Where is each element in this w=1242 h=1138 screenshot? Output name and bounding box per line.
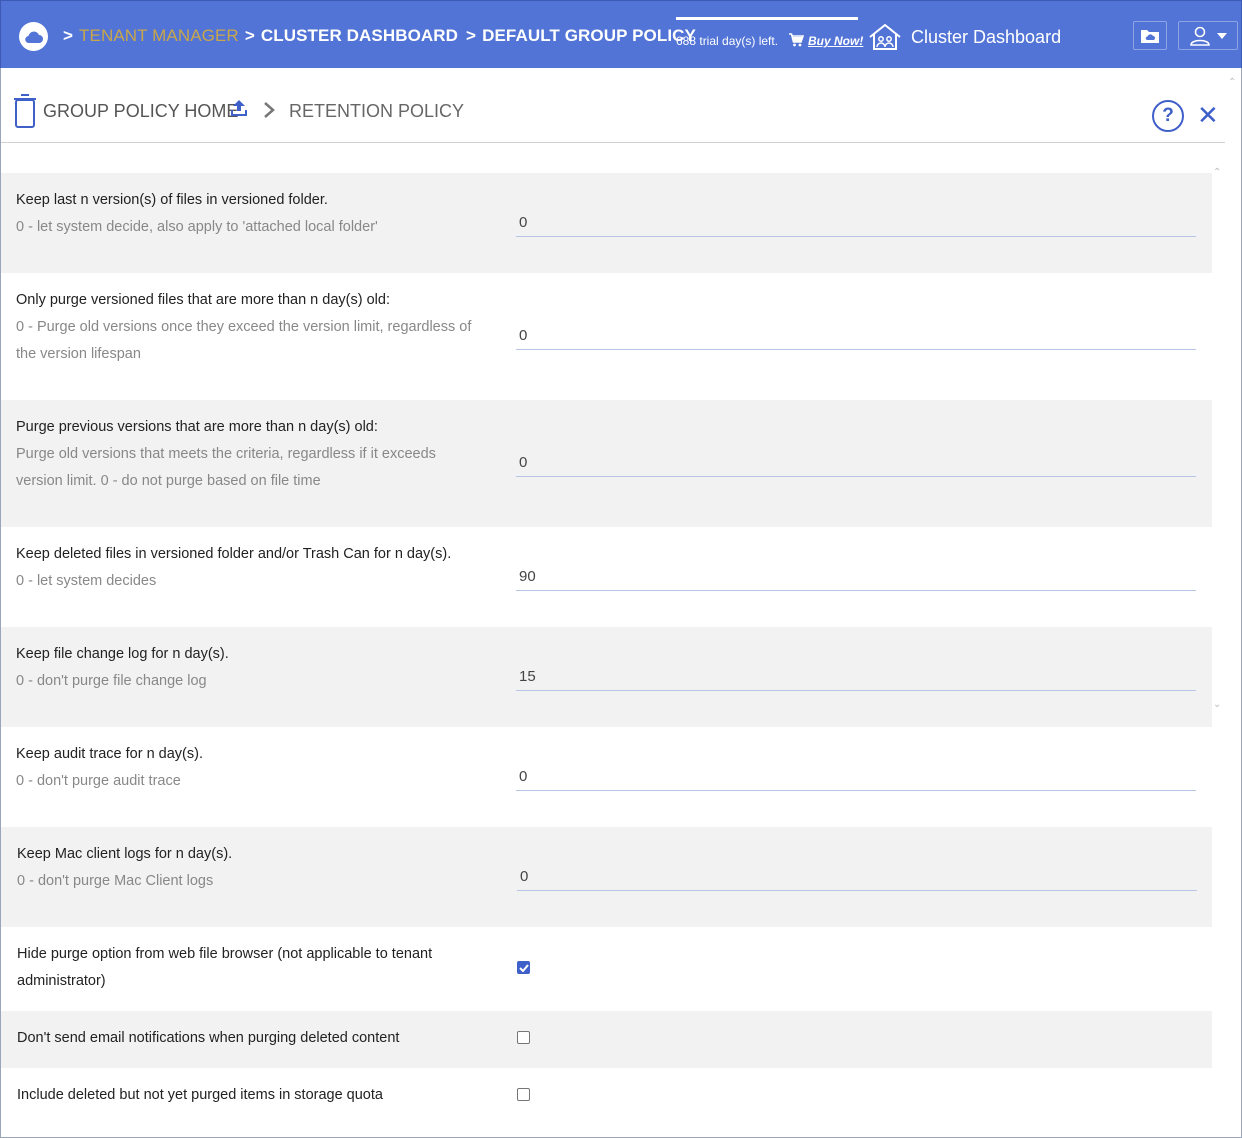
setting-hint: Purge old versions that meets the criter… <box>16 446 436 489</box>
setting-label-block: Purge previous versions that are more th… <box>16 414 486 495</box>
inner-scroll-up-icon[interactable]: ⌃ <box>1213 168 1221 178</box>
checkbox-label: Don't send email notifications when purg… <box>17 1030 400 1046</box>
setting-hint: 0 - let system decides <box>16 573 157 589</box>
retention-policy-title: RETENTION POLICY <box>289 101 465 121</box>
cloud-folder-icon <box>1141 29 1159 43</box>
checkmark-icon <box>518 963 529 972</box>
setting-hint: 0 - let system decide, also apply to 'at… <box>16 219 378 235</box>
setting-label-block: Keep Mac client logs for n day(s). 0 - d… <box>17 841 487 895</box>
checkbox-row-hide-purge: Hide purge option from web file browser … <box>1 927 1212 1011</box>
help-glyph: ? <box>1162 105 1174 126</box>
setting-row-version-min-age: Only purge versioned files that are more… <box>1 273 1212 400</box>
scroll-up-icon[interactable]: ⌃ <box>1228 78 1236 88</box>
setting-row-mac-client-logs: Keep Mac client logs for n day(s). 0 - d… <box>1 827 1212 927</box>
help-icon[interactable]: ? <box>1152 100 1184 132</box>
close-icon[interactable]: ✕ <box>1197 102 1219 128</box>
setting-row-keep-deleted: Keep deleted files in versioned folder a… <box>1 527 1212 627</box>
setting-label: Keep Mac client logs for n day(s). <box>17 846 233 862</box>
breadcrumb-tenant-manager[interactable]: TENANT MANAGER <box>79 26 239 46</box>
breadcrumb-default-group-policy: DEFAULT GROUP POLICY <box>482 26 696 45</box>
breadcrumb-separator: > <box>244 26 255 45</box>
group-policy-home-link[interactable]: GROUP POLICY HOME <box>43 101 238 122</box>
cart-icon[interactable] <box>788 33 804 47</box>
user-icon <box>1190 26 1210 46</box>
checkbox-label: Include deleted but not yet purged items… <box>17 1087 383 1103</box>
setting-label: Keep file change log for n day(s). <box>16 646 229 662</box>
breadcrumb-separator: > <box>466 26 477 45</box>
setting-label: Only purge versioned files that are more… <box>16 292 390 308</box>
user-menu-button[interactable] <box>1178 21 1238 50</box>
setting-label-block: Keep deleted files in versioned folder a… <box>16 541 486 595</box>
setting-label: Keep deleted files in versioned folder a… <box>16 546 452 562</box>
setting-hint: 0 - don't purge audit trace <box>16 773 181 789</box>
trial-days-text: 688 trial day(s) left. <box>676 34 779 48</box>
buy-now-link[interactable]: Buy Now! <box>808 34 863 48</box>
sub-header: GROUP POLICY HOME RETENTION POLICY ? ✕ <box>1 68 1225 143</box>
app-logo[interactable] <box>19 22 48 51</box>
setting-row-audit-trace: Keep audit trace for n day(s). 0 - don't… <box>1 727 1212 827</box>
setting-label-block: Keep audit trace for n day(s). 0 - don't… <box>16 741 486 795</box>
breadcrumb: > TENANT MANAGER > CLUSTER DASHBOARD > D… <box>63 26 704 46</box>
audit-trace-input[interactable]: 0 <box>516 765 1196 791</box>
trash-can-icon <box>14 94 36 128</box>
setting-hint: 0 - don't purge Mac Client logs <box>17 873 214 889</box>
purge-previous-versions-input[interactable]: 0 <box>516 451 1196 477</box>
mac-client-logs-input[interactable]: 0 <box>517 865 1197 891</box>
cloud-icon <box>24 31 43 43</box>
setting-hint: 0 - Purge old versions once they exceed … <box>16 319 472 362</box>
file-change-log-input[interactable]: 15 <box>516 665 1196 691</box>
setting-label: Purge previous versions that are more th… <box>16 419 378 435</box>
setting-label: Keep audit trace for n day(s). <box>16 746 203 762</box>
keep-deleted-input[interactable]: 90 <box>516 565 1196 591</box>
checkbox-row-include-deleted: Include deleted but not yet purged items… <box>1 1068 1212 1125</box>
setting-row-keep-versions: Keep last n version(s) of files in versi… <box>1 173 1212 273</box>
breadcrumb-cluster-dashboard[interactable]: CLUSTER DASHBOARD <box>261 26 458 46</box>
chevron-down-icon <box>1217 32 1227 39</box>
breadcrumb-separator: > <box>63 26 74 45</box>
keep-versions-input[interactable]: 0 <box>516 211 1196 237</box>
hide-purge-checkbox[interactable] <box>517 961 530 974</box>
checkbox-row-no-email: Don't send email notifications when purg… <box>1 1011 1212 1068</box>
close-glyph: ✕ <box>1197 100 1219 130</box>
no-email-notifications-checkbox[interactable] <box>517 1031 530 1044</box>
trial-indicator: 688 trial day(s) left. Buy Now! <box>676 17 863 53</box>
upload-icon[interactable] <box>230 100 248 117</box>
cluster-dashboard-title: Cluster Dashboard <box>911 27 1062 47</box>
inner-scroll-down-icon[interactable]: ⌄ <box>1213 700 1221 710</box>
setting-label-block: Only purge versioned files that are more… <box>16 287 486 368</box>
chevron-right-icon <box>264 102 275 118</box>
setting-hint: 0 - don't purge file change log <box>16 673 207 689</box>
include-deleted-quota-checkbox[interactable] <box>517 1088 530 1101</box>
setting-label: Keep last n version(s) of files in versi… <box>16 192 328 208</box>
top-bar: > TENANT MANAGER > CLUSTER DASHBOARD > D… <box>0 0 1242 68</box>
setting-label-block: Keep last n version(s) of files in versi… <box>16 187 486 241</box>
setting-row-file-change-log: Keep file change log for n day(s). 0 - d… <box>1 627 1212 727</box>
cluster-house-icon <box>869 23 901 50</box>
version-min-age-input[interactable]: 0 <box>516 324 1196 350</box>
checkbox-label: Hide purge option from web file browser … <box>17 946 433 989</box>
setting-row-purge-previous-versions: Purge previous versions that are more th… <box>1 400 1212 527</box>
cloud-folder-button[interactable] <box>1133 21 1167 50</box>
setting-label-block: Keep file change log for n day(s). 0 - d… <box>16 641 486 695</box>
